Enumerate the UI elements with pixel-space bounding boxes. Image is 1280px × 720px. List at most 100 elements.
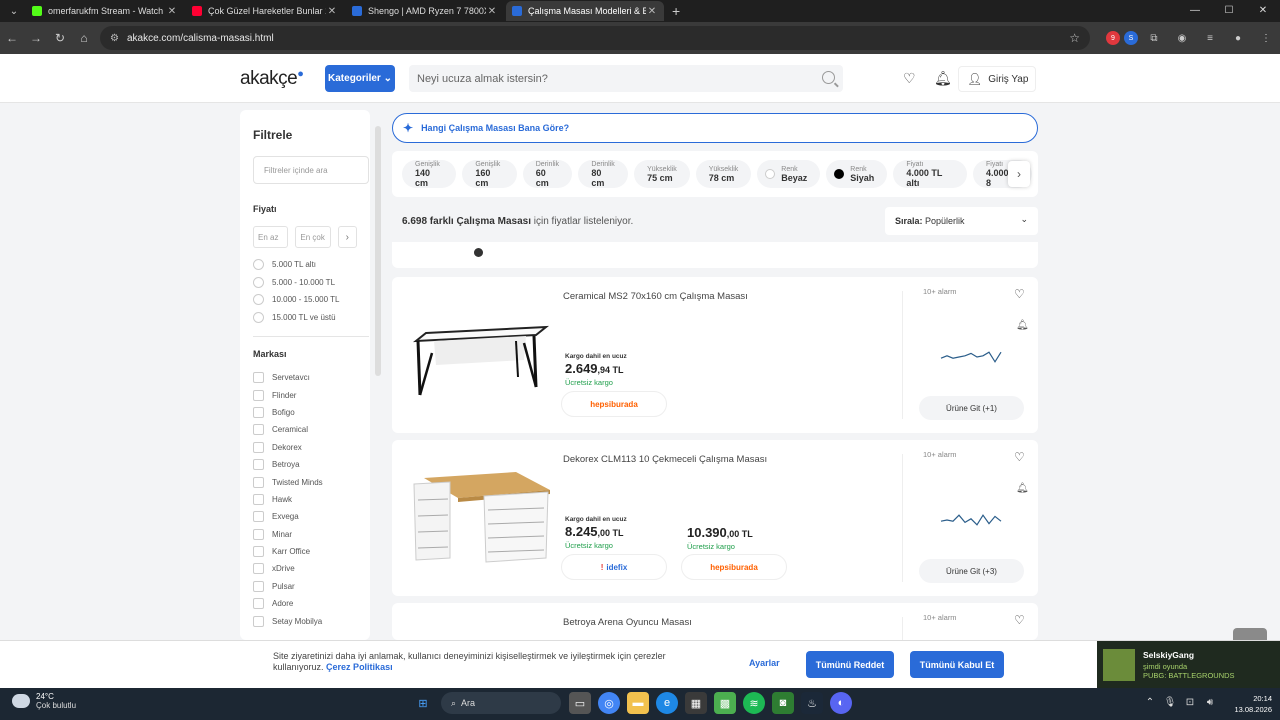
- brand-option[interactable]: Betroya: [253, 456, 357, 473]
- close-tab-icon[interactable]: ✕: [646, 6, 658, 17]
- price-history-sparkline[interactable]: [938, 508, 1004, 532]
- minimize-icon[interactable]: —: [1178, 0, 1212, 22]
- favorite-heart-icon[interactable]: ♡: [1014, 450, 1025, 464]
- store-icon[interactable]: ▦: [685, 692, 707, 714]
- heart-icon[interactable]: ♡: [903, 70, 916, 87]
- edge-icon[interactable]: e: [656, 692, 678, 714]
- browser-tab[interactable]: Çalışma Masası Modelleri & Bü ✕: [506, 1, 664, 21]
- bookmark-star-icon[interactable]: ☆: [1069, 31, 1080, 45]
- search-input[interactable]: [417, 72, 807, 85]
- file-explorer-icon[interactable]: ▬: [627, 692, 649, 714]
- checkbox[interactable]: [253, 528, 264, 540]
- discord-icon[interactable]: ◐: [830, 692, 852, 714]
- sort-dropdown[interactable]: Sırala: Popülerlik ⌄: [885, 207, 1038, 235]
- close-tab-icon[interactable]: ✕: [486, 6, 498, 17]
- favorite-heart-icon[interactable]: ♡: [1014, 287, 1025, 301]
- price-range-option[interactable]: 10.000 - 15.000 TL: [253, 291, 357, 309]
- windows-start-icon[interactable]: ⊞: [412, 692, 434, 714]
- filter-chip[interactable]: Genişlik 160 cm: [462, 160, 517, 188]
- favorite-heart-icon[interactable]: ♡: [1014, 613, 1025, 627]
- steam-icon[interactable]: ♨: [801, 692, 823, 714]
- filter-chip[interactable]: Fiyatı 4.000 TL altı: [893, 160, 967, 188]
- brand-option[interactable]: Exvega: [253, 508, 357, 525]
- back-icon[interactable]: ←: [0, 31, 24, 45]
- checkbox[interactable]: [253, 546, 264, 558]
- ai-suggestion-bar[interactable]: ✦ Hangi Çalışma Masası Bana Göre?: [392, 113, 1038, 143]
- bell-icon[interactable]: 🔔︎: [934, 70, 952, 87]
- forward-icon[interactable]: →: [24, 31, 48, 45]
- price-alarm-bell-icon[interactable]: 🔔︎: [1016, 320, 1029, 331]
- product-card[interactable]: Dekorex CLM113 10 Çekmeceli Çalışma Masa…: [392, 440, 1038, 596]
- price-range-option[interactable]: 5.000 TL altı: [253, 256, 357, 274]
- close-tab-icon[interactable]: ✕: [166, 6, 178, 17]
- brand-option[interactable]: Bofigo: [253, 404, 357, 421]
- game-notification[interactable]: SelskiyGang şimdi oyunda PUBG: BATTLEGRO…: [1097, 641, 1280, 688]
- product-title[interactable]: Dekorex CLM113 10 Çekmeceli Çalışma Masa…: [563, 454, 767, 465]
- brand-option[interactable]: Minar: [253, 526, 357, 543]
- chevron-up-icon[interactable]: ⌃: [1140, 697, 1160, 708]
- browser-tab[interactable]: Çok Güzel Hareketler Bunlar 12 ✕: [186, 1, 344, 21]
- radio-button[interactable]: [253, 259, 264, 271]
- checkbox[interactable]: [253, 459, 264, 471]
- checkbox[interactable]: [253, 389, 264, 401]
- cookie-settings-button[interactable]: Ayarlar: [749, 658, 780, 668]
- brand-option[interactable]: Dekorex: [253, 439, 357, 456]
- price-alarm-bell-icon[interactable]: 🔔︎: [1016, 483, 1029, 494]
- price-history-sparkline[interactable]: [938, 345, 1004, 369]
- browser-tab[interactable]: Shengo | AMD Ryzen 7 7800X ✕: [346, 1, 504, 21]
- filter-chip[interactable]: Derinlik 80 cm: [578, 160, 629, 188]
- radio-button[interactable]: [253, 311, 264, 323]
- profile-sync-icon[interactable]: ◉: [1170, 31, 1194, 45]
- cookie-policy-link[interactable]: Çerez Politikası: [326, 662, 393, 672]
- checkbox[interactable]: [253, 441, 264, 453]
- price-max-input[interactable]: En çok: [295, 226, 331, 248]
- checkbox[interactable]: [253, 511, 264, 523]
- sidebar-scrollbar[interactable]: [375, 126, 381, 376]
- chrome-icon[interactable]: ◎: [598, 692, 620, 714]
- store-hepsiburada[interactable]: hepsiburada: [561, 391, 667, 417]
- site-logo[interactable]: akakçe●: [240, 68, 304, 90]
- checkbox[interactable]: [253, 493, 264, 505]
- categories-button[interactable]: Kategoriler ⌄: [325, 65, 395, 92]
- brand-option[interactable]: Hawk: [253, 491, 357, 508]
- new-tab-button[interactable]: +: [672, 3, 680, 19]
- reload-icon[interactable]: ↻: [48, 31, 72, 45]
- brand-option[interactable]: Setay Mobilya: [253, 612, 357, 629]
- puzzle-icon[interactable]: ⧉: [1142, 31, 1166, 45]
- product-image[interactable]: [406, 458, 551, 568]
- brand-option[interactable]: Twisted Minds: [253, 473, 357, 490]
- checkbox[interactable]: [253, 476, 264, 488]
- brand-option[interactable]: Servetavcı: [253, 369, 357, 386]
- go-to-product-button[interactable]: Ürüne Git (+1): [919, 396, 1024, 420]
- address-bar[interactable]: ⚙ akakce.com/calisma-masasi.html ☆: [100, 26, 1090, 50]
- filter-chip[interactable]: Renk Siyah: [826, 160, 888, 188]
- price-range-option[interactable]: 5.000 - 10.000 TL: [253, 274, 357, 292]
- checkbox[interactable]: [253, 598, 264, 610]
- avatar[interactable]: ●: [1226, 31, 1250, 45]
- brand-option[interactable]: xDrive: [253, 560, 357, 577]
- checkbox[interactable]: [253, 615, 264, 627]
- product-title[interactable]: Ceramical MS2 70x160 cm Çalışma Masası: [563, 291, 748, 302]
- filter-search-input[interactable]: Filtreler içinde ara: [253, 156, 369, 184]
- clock[interactable]: 20:14 13.08.2026: [1234, 693, 1272, 715]
- carousel-dot[interactable]: [474, 248, 483, 257]
- network-icon[interactable]: ⊡: [1180, 697, 1200, 708]
- price-apply-button[interactable]: ›: [337, 226, 357, 248]
- maximize-icon[interactable]: ☐: [1212, 0, 1246, 22]
- checkbox[interactable]: [253, 406, 264, 418]
- brand-option[interactable]: Flinder: [253, 386, 357, 403]
- accept-all-button[interactable]: Tümünü Kabul Et: [910, 651, 1004, 678]
- reading-list-icon[interactable]: ≡: [1198, 31, 1222, 45]
- product-card[interactable]: Ceramical MS2 70x160 cm Çalışma Masası K…: [392, 277, 1038, 433]
- extension-icon[interactable]: S: [1124, 31, 1138, 45]
- filter-chip[interactable]: Yükseklik 75 cm: [634, 160, 690, 188]
- filter-chip[interactable]: Genişlik 140 cm: [402, 160, 457, 188]
- mic-icon[interactable]: 🎙︎: [1160, 697, 1180, 708]
- extension-icon[interactable]: 9: [1106, 31, 1120, 45]
- menu-dots-icon[interactable]: ⋮: [1254, 31, 1278, 45]
- site-info-icon[interactable]: ⚙: [110, 33, 119, 44]
- spotify-icon[interactable]: ≋: [743, 692, 765, 714]
- volume-icon[interactable]: 🔊︎: [1200, 697, 1220, 708]
- task-view-icon[interactable]: ▭: [569, 692, 591, 714]
- app-icon[interactable]: ◙: [772, 692, 794, 714]
